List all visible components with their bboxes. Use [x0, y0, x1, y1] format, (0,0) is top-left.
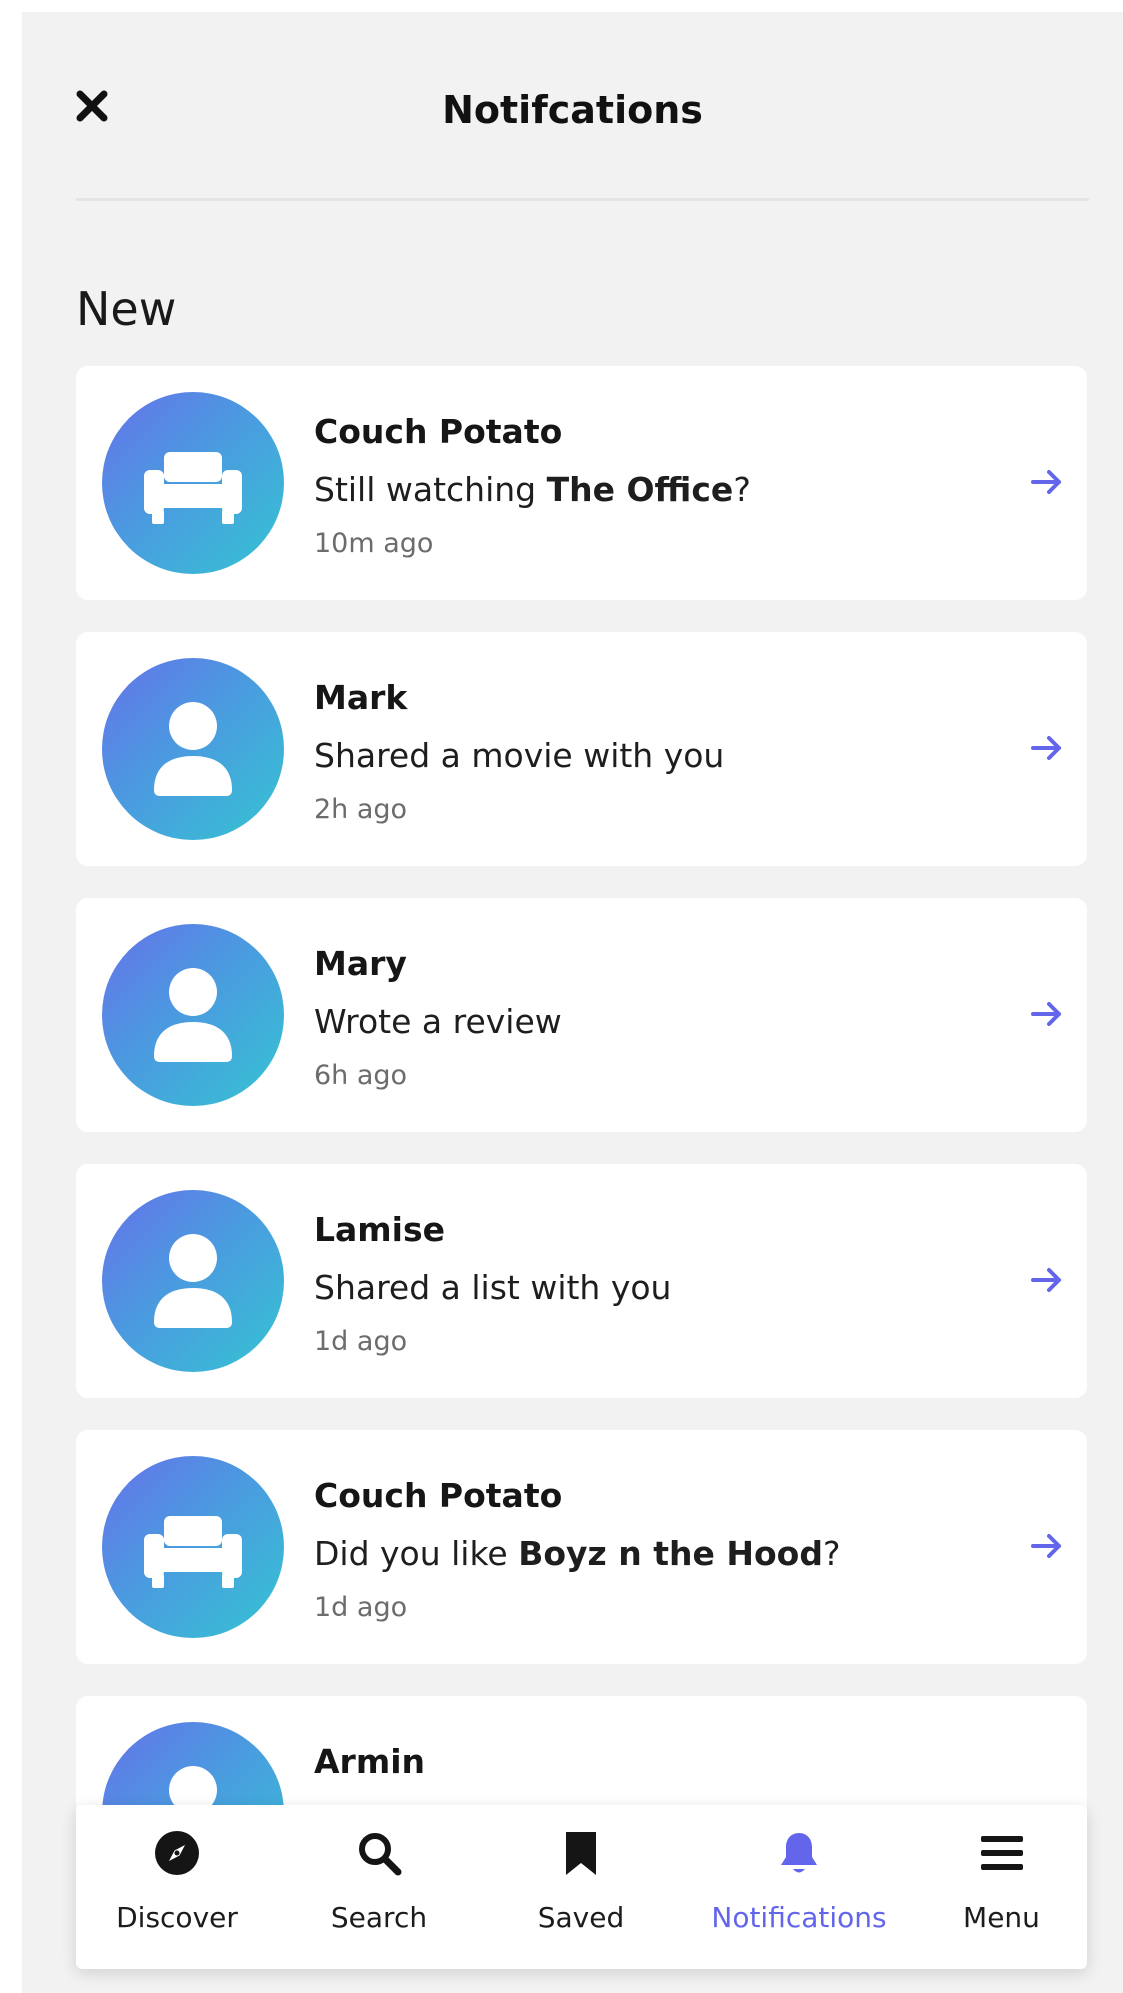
notification-card[interactable]: Couch Potato Still watching The Office? 10…	[76, 366, 1087, 600]
nav-label: Saved	[537, 1901, 625, 1934]
notification-card[interactable]: Couch Potato Did you like Boyz n the Hood…	[76, 1430, 1087, 1664]
notification-card[interactable]: Lamise Shared a list with you 1d ago	[76, 1164, 1087, 1398]
message-text: Wrote a review	[314, 1002, 562, 1041]
notification-card[interactable]: Mary Wrote a review 6h ago	[76, 898, 1087, 1132]
notification-time: 2h ago	[314, 794, 408, 825]
notification-sender: Mark	[314, 678, 408, 717]
bottom-navigation: Discover Search Saved Notifications Menu	[76, 1805, 1087, 1969]
message-title: Boyz n the Hood	[518, 1534, 823, 1573]
arrow-right-icon[interactable]	[1027, 462, 1067, 502]
notification-time: 1d ago	[314, 1592, 408, 1623]
message-suffix: ?	[822, 1534, 841, 1573]
message-text: Did you like	[314, 1534, 519, 1573]
section-title-new: New	[76, 282, 177, 336]
header: Notifcations	[22, 12, 1123, 202]
avatar	[102, 392, 284, 574]
nav-search[interactable]: Search	[278, 1805, 480, 1969]
page-title: Notifcations	[442, 88, 703, 132]
notification-time: 6h ago	[314, 1060, 408, 1091]
notification-sender: Couch Potato	[314, 412, 563, 451]
arrow-right-icon[interactable]	[1027, 728, 1067, 768]
bookmark-icon	[557, 1829, 605, 1877]
nav-label: Search	[330, 1901, 428, 1934]
arrow-right-icon[interactable]	[1027, 1526, 1067, 1566]
nav-label: Menu	[963, 1901, 1040, 1934]
notification-sender: Armin	[314, 1742, 426, 1781]
notification-message: Shared a list with you	[314, 1268, 671, 1307]
notification-time: 10m ago	[314, 528, 434, 559]
search-icon	[355, 1829, 403, 1877]
bell-icon	[775, 1829, 823, 1877]
notification-message: Wrote a review	[314, 1002, 562, 1041]
message-text: Shared a list with you	[314, 1268, 672, 1307]
avatar	[102, 658, 284, 840]
avatar	[102, 924, 284, 1106]
arrow-right-icon[interactable]	[1027, 994, 1067, 1034]
menu-icon	[978, 1829, 1026, 1877]
nav-menu[interactable]: Menu	[916, 1805, 1087, 1969]
notification-time: 1d ago	[314, 1326, 408, 1357]
nav-label: Discover	[116, 1901, 238, 1934]
nav-saved[interactable]: Saved	[480, 1805, 682, 1969]
notification-message: Did you like Boyz n the Hood?	[314, 1534, 840, 1573]
notification-sender: Lamise	[314, 1210, 446, 1249]
nav-label: Notifications	[711, 1901, 887, 1934]
nav-notifications[interactable]: Notifications	[682, 1805, 916, 1969]
notifications-screen: Notifcations New Couch Potato Still watch…	[22, 12, 1123, 1993]
message-suffix: ?	[733, 470, 751, 509]
message-text: Still watching	[314, 470, 547, 509]
arrow-right-icon[interactable]	[1027, 1260, 1067, 1300]
avatar	[102, 1456, 284, 1638]
message-title: The Office	[546, 470, 734, 509]
notification-message: Shared a movie with you	[314, 736, 724, 775]
nav-discover[interactable]: Discover	[76, 1805, 278, 1969]
notification-sender: Couch Potato	[314, 1476, 563, 1515]
notification-message: Still watching The Office?	[314, 470, 751, 509]
header-divider	[76, 198, 1089, 201]
notification-sender: Mary	[314, 944, 407, 983]
notification-card[interactable]: Mark Shared a movie with you 2h ago	[76, 632, 1087, 866]
message-text: Shared a movie with you	[314, 736, 725, 775]
compass-icon	[153, 1829, 201, 1877]
avatar	[102, 1190, 284, 1372]
